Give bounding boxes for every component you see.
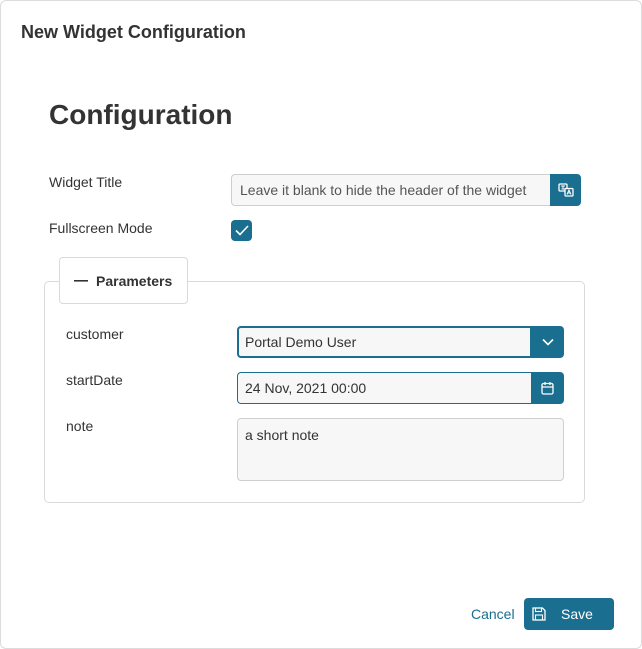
- save-button[interactable]: Save: [524, 598, 614, 630]
- parameters-legend: Parameters: [96, 272, 173, 289]
- translate-button[interactable]: [550, 174, 581, 206]
- parameters-toggle[interactable]: Parameters: [59, 257, 188, 304]
- note-label: note: [66, 418, 94, 434]
- check-icon: [234, 225, 249, 236]
- fullscreen-label: Fullscreen Mode: [49, 220, 153, 236]
- customer-dropdown-button[interactable]: [532, 326, 564, 358]
- widget-config-dialog: New Widget Configuration Configuration W…: [0, 0, 642, 649]
- widget-title-group: Leave it blank to hide the header of the…: [231, 174, 581, 206]
- start-date-group: 24 Nov, 2021 00:00: [237, 372, 564, 404]
- section-heading: Configuration: [49, 99, 233, 130]
- save-label: Save: [561, 606, 593, 622]
- minus-icon: [74, 279, 88, 282]
- note-textarea[interactable]: a short note: [237, 418, 564, 481]
- calendar-button[interactable]: [531, 372, 564, 404]
- dialog-title: New Widget Configuration: [21, 22, 246, 42]
- fullscreen-checkbox[interactable]: [231, 220, 252, 241]
- widget-title-label: Widget Title: [49, 174, 123, 190]
- customer-label: customer: [66, 326, 124, 342]
- translate-icon: [557, 183, 574, 197]
- start-date-label: startDate: [66, 372, 123, 388]
- chevron-down-icon: [542, 338, 554, 346]
- widget-title-input[interactable]: Leave it blank to hide the header of the…: [231, 174, 550, 206]
- floppy-disk-icon: [532, 607, 546, 621]
- calendar-icon: [541, 382, 554, 395]
- cancel-button[interactable]: Cancel: [471, 606, 515, 622]
- customer-select-value[interactable]: Portal Demo User: [237, 326, 532, 358]
- customer-select[interactable]: Portal Demo User: [237, 326, 564, 358]
- start-date-input[interactable]: 24 Nov, 2021 00:00: [237, 372, 531, 404]
